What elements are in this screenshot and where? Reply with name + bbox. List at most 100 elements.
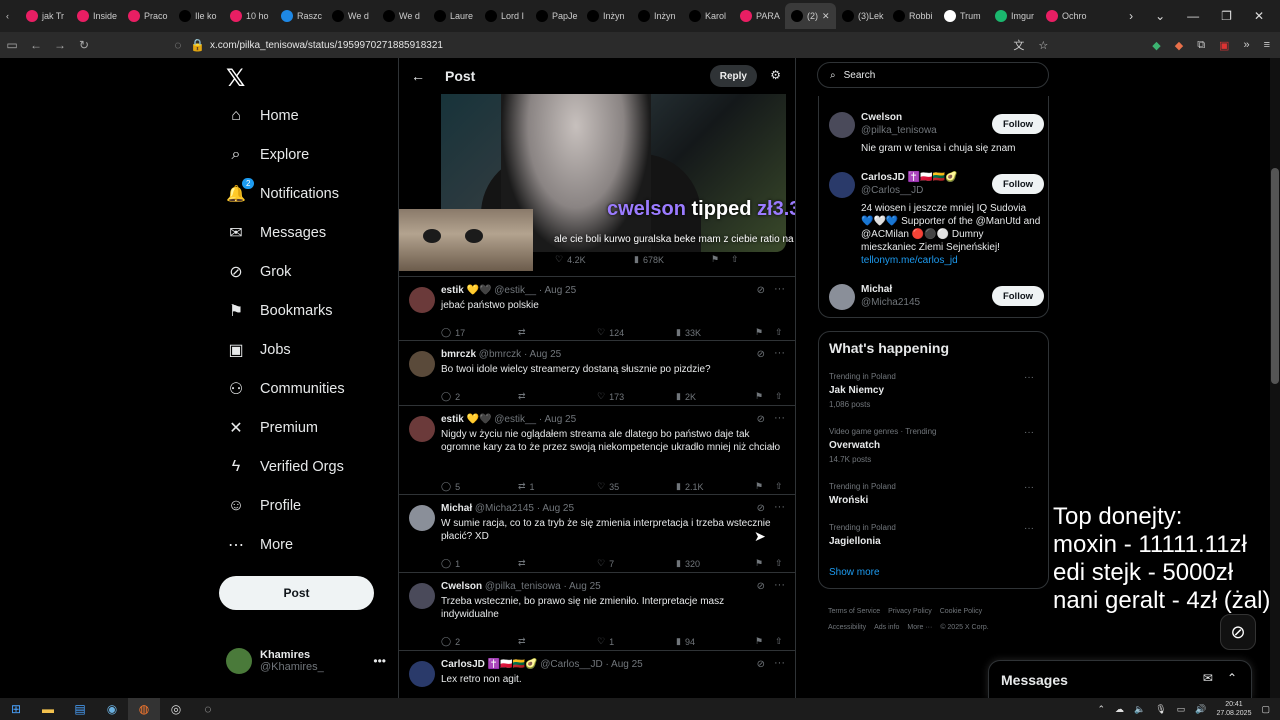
- mic-icon[interactable]: 🎙: [1155, 704, 1166, 715]
- trend-item[interactable]: Trending in Poland Wroński ···: [829, 482, 1044, 506]
- nav-item-verified-orgs[interactable]: ϟ Verified Orgs: [226, 457, 344, 477]
- browser-tab[interactable]: Inżyn: [632, 3, 683, 29]
- avatar[interactable]: [409, 416, 435, 442]
- translate-icon[interactable]: 文: [1013, 37, 1024, 53]
- show-more-link[interactable]: Show more: [829, 567, 880, 578]
- maximize-icon[interactable]: ❐: [1221, 9, 1232, 23]
- views-action[interactable]: ▮ 33K: [676, 327, 701, 338]
- trend-item[interactable]: Trending in Poland Jagiellonia ···: [829, 523, 1044, 547]
- footer-link[interactable]: Terms of Service: [828, 608, 880, 615]
- extension-fox-icon[interactable]: ◆: [1175, 39, 1183, 52]
- cloud-icon[interactable]: ☁: [1115, 704, 1124, 715]
- steam-icon[interactable]: ◉: [96, 698, 128, 720]
- like-action[interactable]: ♡ 124: [597, 327, 624, 338]
- avatar[interactable]: [829, 284, 855, 310]
- nav-item-notifications[interactable]: 🔔 2 Notifications: [226, 178, 339, 204]
- messages-drawer[interactable]: Messages ✉ ⌃: [988, 660, 1252, 698]
- more-horizontal-icon[interactable]: ···: [774, 412, 785, 424]
- browser-tab[interactable]: Raszc: [275, 3, 326, 29]
- browser-tab[interactable]: (3)Lek: [836, 3, 887, 29]
- nav-item-profile[interactable]: ☺ Profile: [226, 496, 301, 516]
- browser-tab[interactable]: Imgur: [989, 3, 1040, 29]
- grok-explain-icon[interactable]: ⊘: [757, 349, 765, 360]
- browser-tab[interactable]: Laure: [428, 3, 479, 29]
- close-tab-icon[interactable]: ✕: [822, 11, 830, 22]
- avatar[interactable]: [409, 287, 435, 313]
- share-icon[interactable]: ⇧: [775, 636, 783, 647]
- sidebar-toggle-icon[interactable]: ▭: [0, 38, 24, 52]
- reply-item[interactable]: Cwelson @pilka_tenisowa · Aug 25 ⊘ ··· Trze…: [399, 572, 795, 650]
- bookmark-star-icon[interactable]: ☆: [1038, 39, 1048, 52]
- more-horizontal-icon[interactable]: ···: [774, 283, 785, 295]
- extension-shield-icon[interactable]: ◆: [1152, 39, 1160, 52]
- avatar[interactable]: [409, 505, 435, 531]
- browser-tab[interactable]: We d: [326, 3, 377, 29]
- share-icon[interactable]: ⇧: [775, 391, 783, 402]
- monitor-app-icon[interactable]: ▤: [64, 698, 96, 720]
- share-icon[interactable]: ⇧: [775, 558, 783, 569]
- bookmark-icon[interactable]: ⚑: [755, 391, 763, 402]
- browser-tab[interactable]: Inside: [71, 3, 122, 29]
- avatar[interactable]: [409, 583, 435, 609]
- tab-scroll-left[interactable]: ‹: [0, 3, 20, 29]
- tab-list-icon[interactable]: ⌄: [1155, 9, 1165, 23]
- browser-tab[interactable]: (2) ✕: [785, 3, 836, 29]
- more-horizontal-icon[interactable]: ···: [774, 579, 785, 591]
- browser-tab[interactable]: Ile ko: [173, 3, 224, 29]
- nav-item-premium[interactable]: ✕ Premium: [226, 418, 318, 438]
- minimize-icon[interactable]: —: [1187, 9, 1199, 23]
- speaker-icon[interactable]: 🔈: [1134, 704, 1145, 715]
- grok-icon[interactable]: ⊘: [1220, 614, 1256, 650]
- nav-item-jobs[interactable]: ▣ Jobs: [226, 340, 290, 360]
- more-tools-icon[interactable]: »: [1243, 39, 1249, 51]
- bookmark-icon[interactable]: ⚑: [755, 481, 763, 492]
- bookmark-icon[interactable]: ⚑: [755, 558, 763, 569]
- url-field[interactable]: x.com/pilka_tenisowa/status/195997027188…: [210, 40, 443, 51]
- views-action[interactable]: ▮ 94: [676, 636, 695, 647]
- tray-chevron-icon[interactable]: ⌃: [1098, 704, 1106, 715]
- app-icon-2[interactable]: ◌: [192, 698, 224, 720]
- back-arrow-icon[interactable]: ←: [411, 68, 425, 84]
- repost-action[interactable]: ⇄: [518, 636, 530, 647]
- avatar[interactable]: [409, 661, 435, 687]
- like-action[interactable]: ♡ 35: [597, 481, 619, 492]
- extensions-puzzle-icon[interactable]: ⧉: [1197, 39, 1205, 52]
- reply-item[interactable]: estik 💛🖤 @estik__ · Aug 25 ⊘ ··· jebać pańs…: [399, 276, 795, 340]
- scroll-thumb[interactable]: [1271, 168, 1279, 384]
- like-action[interactable]: ♡ 1: [597, 636, 614, 647]
- more-horizontal-icon[interactable]: ···: [1024, 523, 1034, 534]
- browser-tab[interactable]: PARA: [734, 3, 785, 29]
- nav-item-bookmarks[interactable]: ⚑ Bookmarks: [226, 301, 333, 321]
- footer-link[interactable]: Cookie Policy: [940, 608, 982, 615]
- browser-tab[interactable]: Karol: [683, 3, 734, 29]
- more-horizontal-icon[interactable]: ···: [1024, 372, 1034, 383]
- browser-tab[interactable]: Inżyn: [581, 3, 632, 29]
- grok-explain-icon[interactable]: ⊘: [757, 659, 765, 670]
- browser-tab[interactable]: Robbi: [887, 3, 938, 29]
- grok-explain-icon[interactable]: ⊘: [757, 503, 765, 514]
- reply-action[interactable]: ◯ 2: [441, 391, 460, 402]
- views-action[interactable]: ▮ 678K: [634, 254, 664, 265]
- search-box[interactable]: ⌕ Search: [817, 62, 1049, 88]
- volume-icon[interactable]: 🔊: [1195, 704, 1206, 715]
- browser-tab[interactable]: jak Tr: [20, 3, 71, 29]
- reply-button[interactable]: Reply: [709, 65, 757, 87]
- footer-link[interactable]: Privacy Policy: [888, 608, 932, 615]
- share-icon[interactable]: ⇧: [731, 254, 739, 265]
- trend-item[interactable]: Trending in Poland Jak Niemcy 1,086 posts ·…: [829, 372, 1044, 409]
- repost-action[interactable]: ⇄: [518, 391, 530, 402]
- app-icon-1[interactable]: ◎: [160, 698, 192, 720]
- expand-up-icon[interactable]: ⌃: [1227, 671, 1237, 685]
- tab-scroll-right-icon[interactable]: ›: [1129, 9, 1133, 23]
- tracking-shield-icon[interactable]: ◌: [166, 38, 190, 52]
- browser-tab[interactable]: PapJe: [530, 3, 581, 29]
- browser-tab[interactable]: Praco: [122, 3, 173, 29]
- close-window-icon[interactable]: ✕: [1254, 9, 1264, 23]
- account-switcher[interactable]: Khamires @Khamires_ •••: [226, 648, 386, 674]
- share-icon[interactable]: ⇧: [775, 327, 783, 338]
- follow-button[interactable]: Follow: [992, 114, 1044, 134]
- post-button[interactable]: Post: [219, 576, 374, 610]
- nav-item-home[interactable]: ⌂ Home: [226, 106, 299, 126]
- more-horizontal-icon[interactable]: ···: [774, 501, 785, 513]
- browser-tab[interactable]: Trum: [938, 3, 989, 29]
